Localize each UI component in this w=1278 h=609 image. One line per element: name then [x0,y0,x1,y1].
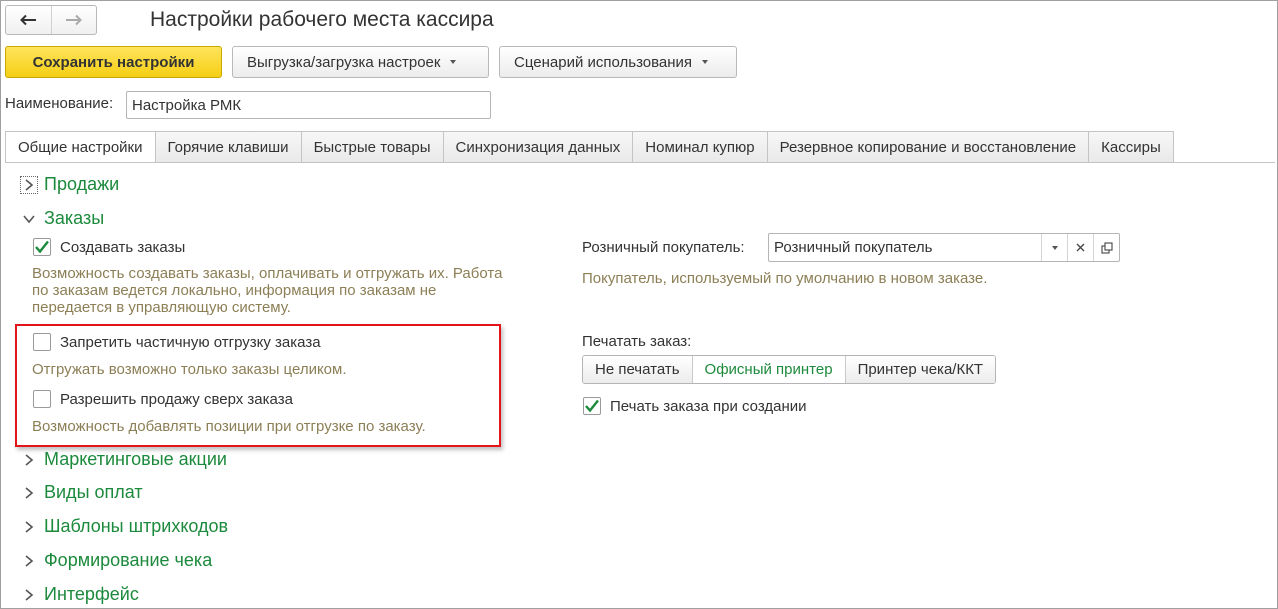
chevron-right-icon [20,175,38,194]
retail-customer-dropdown-button[interactable] [1041,234,1067,261]
name-field[interactable]: Настройка РМК [126,91,491,119]
retail-customer-value[interactable]: Розничный покупатель [769,234,1041,261]
save-settings-button[interactable]: Сохранить настройки [5,46,222,78]
section-orders[interactable]: Заказы [20,208,104,229]
dropdown-arrow-icon [450,60,457,64]
name-label: Наименование: [5,95,114,112]
create-orders-hint-line: Возможность создавать заказы, оплачивать… [32,265,503,282]
print-order-label: Печатать заказ: [582,333,692,350]
print-order-selector: Не печатать Офисный принтер Принтер чека… [582,355,997,384]
create-orders-hint-line: передается в управляющую систему. [32,299,291,316]
tab-hotkeys[interactable]: Горячие клавиши [155,131,302,163]
print-option-receipt-printer[interactable]: Принтер чека/ККТ [844,356,996,383]
create-orders-checkbox[interactable] [33,238,51,256]
section-sales[interactable]: Продажи [20,174,119,195]
tab-backup[interactable]: Резервное копирование и восстановление [767,131,1090,163]
section-marketing-label: Маркетинговые акции [44,449,227,469]
forbid-partial-checkbox[interactable] [33,333,51,351]
section-interface-label: Интерфейс [44,584,139,604]
usage-scenario-button[interactable]: Сценарий использования [499,46,737,78]
tab-quick-goods[interactable]: Быстрые товары [301,131,444,163]
open-icon [1100,241,1113,254]
retail-customer-open-button[interactable] [1093,234,1119,261]
chevron-right-icon [20,518,38,536]
dropdown-arrow-icon [1051,245,1058,250]
tab-divider [5,162,1275,163]
chevron-right-icon [20,586,38,604]
forbid-partial-hint: Отгружать возможно только заказы целиком… [32,361,347,378]
create-orders-label: Создавать заказы [60,238,186,256]
section-barcodes[interactable]: Шаблоны штрихкодов [20,516,228,537]
dropdown-arrow-icon [702,60,709,64]
retail-customer-hint: Покупатель, используемый по умолчанию в … [582,270,988,287]
tab-data-sync[interactable]: Синхронизация данных [443,131,634,163]
allow-over-order-checkbox[interactable] [33,390,51,408]
checkmark-icon [35,240,49,254]
forbid-partial-option: Запретить частичную отгрузку заказа [33,333,321,351]
chevron-right-icon [20,451,38,469]
chevron-right-icon [20,484,38,502]
chevron-down-icon [20,210,38,228]
tab-banknotes[interactable]: Номинал купюр [633,131,768,163]
clear-icon [1076,243,1085,252]
allow-over-order-option: Разрешить продажу сверх заказа [33,390,293,408]
print-on-create-label: Печать заказа при создании [610,397,807,415]
retail-customer-clear-button[interactable] [1067,234,1093,261]
section-orders-label: Заказы [44,208,105,228]
section-payments-label: Виды оплат [44,482,143,502]
forbid-partial-label: Запретить частичную отгрузку заказа [60,333,321,351]
allow-over-order-label: Разрешить продажу сверх заказа [60,390,293,408]
page-title: Настройки рабочего места кассира [150,8,494,31]
forward-button[interactable] [50,6,97,34]
section-barcodes-label: Шаблоны штрихкодов [44,516,229,536]
retail-customer-field: Розничный покупатель [768,233,1120,262]
print-on-create-option: Печать заказа при создании [583,397,807,415]
export-import-label: Выгрузка/загрузка настроек [247,53,441,71]
tab-general[interactable]: Общие настройки [5,131,156,163]
export-import-button[interactable]: Выгрузка/загрузка настроек [232,46,489,78]
section-payments[interactable]: Виды оплат [20,482,143,503]
allow-over-order-hint: Возможность добавлять позиции при отгруз… [32,418,426,435]
print-on-create-checkbox[interactable] [583,397,601,415]
create-orders-hint-line: по заказам ведется локально, информация … [32,282,437,299]
usage-scenario-label: Сценарий использования [514,53,693,71]
back-button[interactable] [6,6,51,34]
section-interface[interactable]: Интерфейс [20,584,139,605]
tab-cashiers[interactable]: Кассиры [1089,131,1174,163]
checkmark-icon [585,399,599,413]
section-marketing[interactable]: Маркетинговые акции [20,449,227,470]
create-orders-hint: Возможность создавать заказы, оплачивать… [32,265,572,316]
create-orders-option: Создавать заказы [33,238,185,256]
back-arrow-icon [20,14,37,26]
forward-arrow-icon [65,14,82,26]
section-sales-label: Продажи [44,174,120,194]
chevron-right-icon [20,552,38,570]
print-option-office-printer[interactable]: Офисный принтер [691,356,845,383]
print-option-none[interactable]: Не печатать [583,356,692,383]
retail-customer-label: Розничный покупатель: [582,239,745,256]
tab-bar: Общие настройки Горячие клавиши Быстрые … [5,131,1174,163]
section-receipt-label: Формирование чека [44,550,213,570]
section-receipt[interactable]: Формирование чека [20,550,212,571]
navigation-buttons [5,5,97,35]
